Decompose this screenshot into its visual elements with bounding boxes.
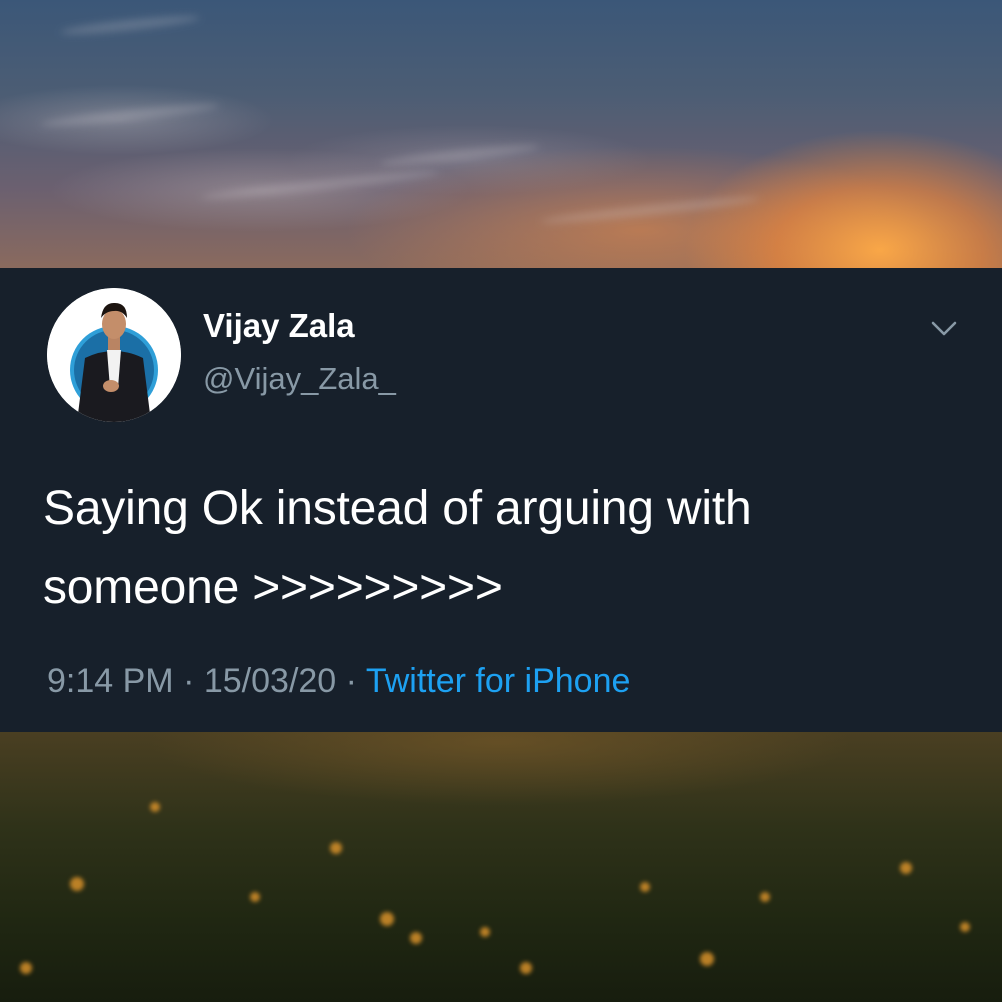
tweet-time: 9:14 PM <box>47 662 174 700</box>
avatar[interactable] <box>47 288 181 422</box>
sky-background <box>0 0 1002 268</box>
tweet-text-line-1: Saying Ok instead of arguing with <box>43 482 752 535</box>
chevron-down-icon[interactable] <box>928 314 960 344</box>
tweet-date: 15/03/20 <box>203 662 337 700</box>
tweet-text-line-2: someone >>>>>>>>> <box>43 561 503 614</box>
meta-separator: · <box>183 662 195 700</box>
display-name[interactable]: Vijay Zala <box>203 307 355 345</box>
tweet-metadata: 9:14 PM · 15/03/20 · Twitter for iPhone <box>47 662 630 701</box>
user-handle[interactable]: @Vijay_Zala_ <box>203 361 396 397</box>
tweet-source-link[interactable]: Twitter for iPhone <box>366 662 631 700</box>
meta-separator: · <box>345 662 357 700</box>
grass-background <box>0 732 1002 1002</box>
tweet-screenshot: Vijay Zala @Vijay_Zala_ Saying Ok instea… <box>0 0 1002 1002</box>
avatar-image <box>47 288 181 422</box>
